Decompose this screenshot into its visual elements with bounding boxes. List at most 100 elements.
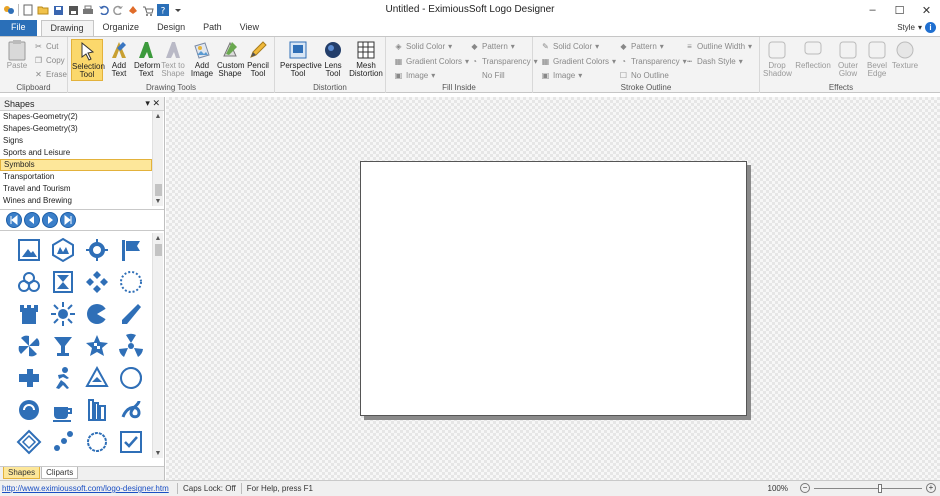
biohazard-icon[interactable] [14,267,44,297]
help-icon[interactable]: ? [157,4,169,16]
shapes-scrollbar[interactable]: ▲ ▼ [152,233,163,458]
style-menu[interactable]: Style ▾ i [897,22,936,33]
first-page-button[interactable] [6,212,22,228]
add-text-button[interactable]: Add Text [105,39,133,81]
mesh-distortion-button[interactable]: Mesh Distortion [349,39,383,81]
diamond-outline-icon[interactable] [14,427,44,457]
category-scrollbar[interactable]: ▲ ▼ [152,111,163,206]
texture-button[interactable]: Texture [891,39,919,81]
zoom-slider-thumb[interactable] [878,483,882,493]
bottles-icon[interactable] [82,395,112,425]
category-item[interactable]: Shapes-Geometry(3) [0,123,152,135]
tab-path[interactable]: Path [194,20,231,36]
hexagon-crown-icon[interactable] [48,235,78,265]
stroke-solid-color-button[interactable]: ✎ Solid Color ▾ [541,41,599,52]
stroke-image-button[interactable]: ▣ Image ▾ [541,70,583,81]
dotted-circle-icon[interactable] [116,267,146,297]
print-icon[interactable] [82,4,94,16]
diamonds-icon[interactable] [82,267,112,297]
mountain-frame-icon[interactable] [14,235,44,265]
selection-tool-button[interactable]: Selection Tool [71,39,105,81]
close-icon[interactable]: ✕ [152,98,160,108]
tab-drawing[interactable]: Drawing [40,20,94,36]
category-item[interactable]: Sports and Leisure [0,147,152,159]
category-item[interactable]: Symbols [0,159,152,171]
checker-star-icon[interactable] [82,331,112,361]
paste-button[interactable]: Paste [3,39,31,81]
scroll-down-icon[interactable]: ▼ [153,196,163,206]
dancer-icon[interactable] [48,363,78,393]
stroke-transparency-button[interactable]: ◔ Transparency ▾ [619,56,687,67]
scroll-down-icon[interactable]: ▼ [153,448,163,458]
checkbox-icon[interactable] [116,427,146,457]
save-as-icon[interactable] [67,4,79,16]
fill-pattern-button[interactable]: ◆ Pattern ▾ [470,41,514,52]
dots-icon[interactable] [48,427,78,457]
redo-icon[interactable] [112,4,124,16]
triangle-bird-icon[interactable] [82,363,112,393]
zoom-slider[interactable] [814,483,922,493]
lens-tool-button[interactable]: Lens Tool [319,39,347,81]
category-item[interactable]: Travel and Tourism [0,183,152,195]
close-button[interactable]: ✕ [913,0,940,20]
info-icon[interactable]: i [925,22,936,33]
add-image-button[interactable]: Add Image [188,39,216,81]
dash-style-button[interactable]: ┅ Dash Style ▾ [685,56,743,67]
cut-button[interactable]: ✂ Cut [34,41,58,52]
design-page[interactable] [360,161,747,416]
zoom-in-button[interactable]: + [926,483,936,493]
scroll-up-icon[interactable]: ▲ [153,111,163,121]
tab-cliparts[interactable]: Cliparts [41,467,79,479]
chevron-down-icon[interactable]: ▾ [145,98,150,108]
maximize-button[interactable]: ☐ [886,0,913,20]
flag-icon[interactable] [116,235,146,265]
scrollbar-thumb[interactable] [155,184,162,196]
radiation-icon[interactable] [116,331,146,361]
outer-glow-button[interactable]: Outer Glow [834,39,862,81]
category-item[interactable]: Shapes-Geometry(2) [0,111,152,123]
next-page-button[interactable] [42,212,58,228]
cart-icon[interactable] [142,4,154,16]
website-link[interactable]: http://www.eximioussoft.com/logo-designe… [0,484,172,493]
swirl-knot-icon[interactable] [116,395,146,425]
gear-icon[interactable] [82,235,112,265]
save-icon[interactable] [52,4,64,16]
pencil-tool-button[interactable]: Pencil Tool [244,39,272,81]
slash-drop-icon[interactable] [116,299,146,329]
stroke-pattern-button[interactable]: ◆ Pattern ▾ [619,41,663,52]
bevel-edge-button[interactable]: Bevel Edge [863,39,891,81]
canvas-area[interactable] [166,97,940,480]
perspective-tool-button[interactable]: Perspective Tool [280,39,322,81]
category-list[interactable]: Shapes-Geometry(2) Shapes-Geometry(3) Sign… [0,111,152,206]
fill-solid-color-button[interactable]: ◈ Solid Color ▾ [394,41,452,52]
tab-organize[interactable]: Organize [94,20,149,36]
no-fill-button[interactable]: No Fill [482,70,505,81]
erase-button[interactable]: ✕ Erase [34,69,67,80]
category-item[interactable]: Wines and Brewing [0,195,152,206]
category-item[interactable]: Signs [0,135,152,147]
new-file-icon[interactable] [22,4,34,16]
category-item[interactable]: Transportation [0,171,152,183]
no-outline-button[interactable]: ☐ No Outline [619,70,669,81]
scroll-up-icon[interactable]: ▲ [153,233,163,243]
undo-icon[interactable] [97,4,109,16]
drop-shadow-button[interactable]: Drop Shadow [763,39,792,81]
pipes-icon[interactable] [14,363,44,393]
outline-width-button[interactable]: ≡ Outline Width ▾ [685,41,752,52]
zoom-out-button[interactable]: − [800,483,810,493]
stroke-gradient-button[interactable]: ▦ Gradient Colors ▾ [541,56,616,67]
tab-file[interactable]: File [0,20,37,36]
castle-tower-icon[interactable] [14,299,44,329]
coffee-cup-icon[interactable] [48,395,78,425]
previous-page-button[interactable] [24,212,40,228]
deform-text-button[interactable]: Deform Text [132,39,160,81]
custom-shape-button[interactable]: Custom Shape [216,39,245,81]
paint-bucket-icon[interactable] [127,4,139,16]
hourglass-icon[interactable] [48,267,78,297]
customize-dropdown-icon[interactable] [172,4,184,16]
spiky-circle-icon[interactable] [82,427,112,457]
fan-petals-icon[interactable] [14,331,44,361]
scrollbar-thumb[interactable] [155,244,162,256]
minimize-button[interactable]: – [859,0,886,20]
fill-image-button[interactable]: ▣ Image ▾ [394,70,436,81]
